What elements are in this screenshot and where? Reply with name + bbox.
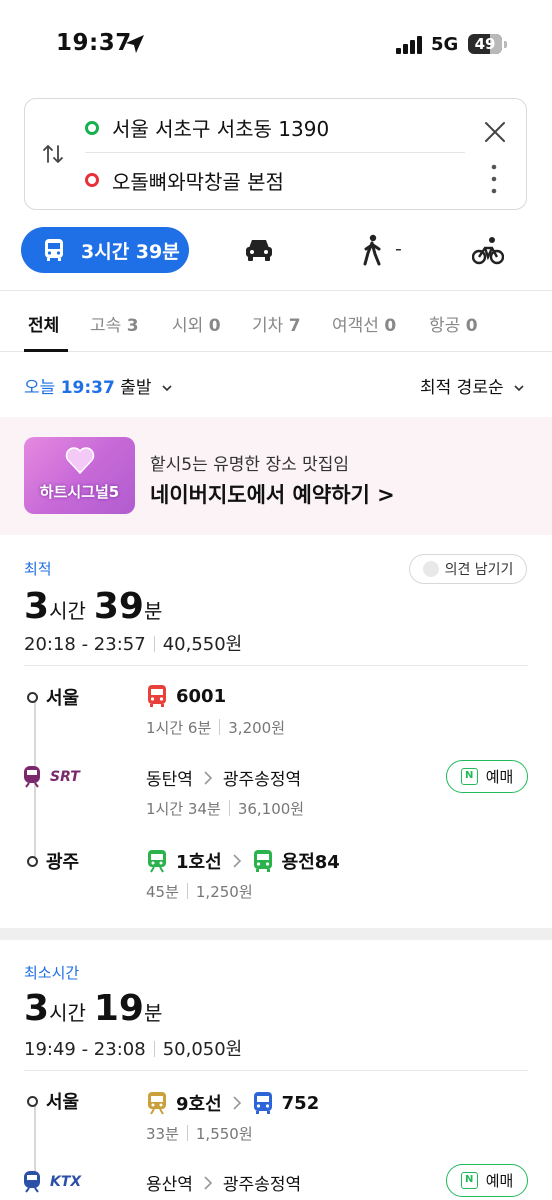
destination-text: 오돌뼈와막창골 본점 <box>112 169 284 194</box>
segment-subway-line1[interactable]: 1호선 용전84 <box>146 848 340 874</box>
tab-flight[interactable]: 항공 0 <box>429 311 478 336</box>
stop-seoul: 서울 <box>27 1088 79 1114</box>
stop-gwangju: 광주 <box>27 848 79 874</box>
tab-all[interactable]: 전체 <box>28 311 59 336</box>
origin-dot-icon <box>85 120 99 135</box>
mode-transit-tab[interactable]: 3시간 39분 <box>21 227 189 273</box>
segment-bus-6001[interactable]: 6001 <box>146 684 226 708</box>
subway-icon <box>148 850 166 873</box>
chevron-right-icon <box>204 770 213 785</box>
chevron-right-icon <box>233 854 241 868</box>
promo-banner[interactable]: 하트시그널5 핱시5는 유명한 장소 맛집임 네이버지도에서 예약하기 > <box>0 417 552 535</box>
walk-duration: - <box>395 238 402 260</box>
route-times: 19:49 - 23:08 50,050원 <box>24 1039 243 1060</box>
route-duration: 3시간 39분 <box>24 586 163 627</box>
more-vertical-icon[interactable] <box>488 163 500 195</box>
bus-icon <box>253 850 272 872</box>
train-icon <box>24 1171 40 1193</box>
subway-icon <box>148 1092 166 1115</box>
close-icon[interactable] <box>482 119 508 145</box>
segment-info: 33분 1,550원 <box>146 1125 253 1143</box>
category-tabs: 전체 고속 3 시외 0 기차 7 여객선 0 항공 0 <box>0 290 552 352</box>
train-icon <box>24 766 40 788</box>
segment-info: 1시간 34분 36,100원 <box>146 800 305 818</box>
stop-seoul: 서울 <box>27 684 79 710</box>
segment-srt[interactable]: 동탄역 광주송정역 <box>146 765 301 790</box>
naver-icon: N <box>460 1172 478 1189</box>
route-badge: 최소시간 <box>24 964 80 982</box>
battery-tip <box>504 41 507 48</box>
bike-icon[interactable] <box>472 236 504 266</box>
chevron-down-icon <box>514 385 524 392</box>
tab-ferry[interactable]: 여객선 0 <box>332 311 396 336</box>
book-button[interactable]: N 예매 <box>446 1164 528 1197</box>
tab-express-bus[interactable]: 고속 3 <box>90 311 139 336</box>
swap-icon[interactable] <box>41 142 65 166</box>
banner-subtitle: 핱시5는 유명한 장소 맛집임 <box>150 455 350 475</box>
route-duration: 3시간 19분 <box>24 988 163 1029</box>
clock: 19:37 <box>56 30 132 56</box>
bus-icon <box>253 1092 272 1114</box>
heart-icon <box>65 447 95 475</box>
chevron-down-icon <box>162 385 172 392</box>
bus-icon <box>148 685 166 707</box>
mode-transit-label: 3시간 39분 <box>81 240 180 263</box>
chevron-right-icon <box>204 1175 213 1190</box>
signal-icon <box>396 36 422 54</box>
route-badge: 최적 <box>24 560 52 578</box>
section-divider <box>0 928 552 940</box>
smile-icon <box>422 561 439 577</box>
segment-ktx[interactable]: 용산역 광주송정역 <box>146 1170 301 1195</box>
battery-level: 49 <box>474 35 496 53</box>
active-tab-indicator <box>24 349 68 352</box>
route-search-box: 서울 서초구 서초동 1390 오돌뼈와막창골 본점 <box>24 98 527 210</box>
ktx-logo: KTX <box>22 1170 81 1194</box>
destination-dot-icon <box>85 173 99 187</box>
status-bar: 19:37 5G 49 <box>0 0 552 92</box>
departure-time-selector[interactable]: 오늘 19:37 출발 <box>24 373 173 398</box>
naver-icon: N <box>460 768 478 785</box>
bus-icon <box>45 239 63 261</box>
divider <box>24 665 528 666</box>
srt-logo: SRT <box>22 765 80 789</box>
tab-train[interactable]: 기차 7 <box>252 311 301 336</box>
network-type: 5G <box>431 34 459 55</box>
location-arrow-icon <box>126 35 144 53</box>
segment-info: 45분 1,250원 <box>146 883 253 901</box>
segment-subway-line9[interactable]: 9호선 752 <box>146 1090 319 1116</box>
origin-text: 서울 서초구 서초동 1390 <box>112 117 330 141</box>
tab-intercity-bus[interactable]: 시외 0 <box>172 311 221 336</box>
walk-icon[interactable] <box>360 234 384 266</box>
segment-info: 1시간 6분 3,200원 <box>146 719 286 737</box>
divider <box>24 1070 528 1071</box>
battery-icon: 49 <box>468 34 502 54</box>
banner-title: 네이버지도에서 예약하기 > <box>150 483 395 507</box>
feedback-button[interactable]: 의견 남기기 <box>409 554 527 584</box>
sort-selector[interactable]: 최적 경로순 <box>420 373 525 398</box>
car-icon[interactable] <box>244 236 274 264</box>
banner-image: 하트시그널5 <box>24 437 135 514</box>
origin-field[interactable]: 서울 서초구 서초동 1390 <box>85 103 465 153</box>
chevron-right-icon <box>233 1096 241 1110</box>
route-times: 20:18 - 23:57 40,550원 <box>24 634 243 655</box>
destination-field[interactable]: 오돌뼈와막창골 본점 <box>85 155 284 205</box>
book-button[interactable]: N 예매 <box>446 760 528 793</box>
banner-image-text: 하트시그널5 <box>39 483 120 501</box>
